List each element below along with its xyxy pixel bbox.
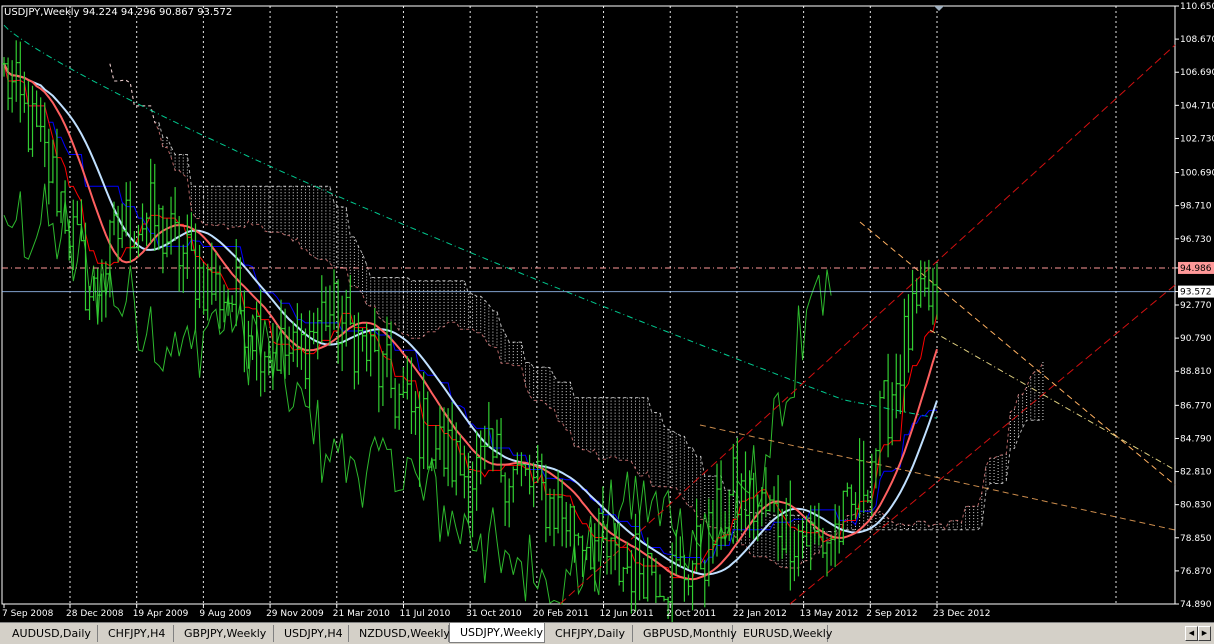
chart-tab-bar: AUDUSD,Daily CHFJPY,H4 GBPJPY,Weekly USDJPY…: [0, 622, 1214, 644]
price-axis-label: 90.790: [1180, 334, 1212, 344]
price-axis: 110.650 108.670 106.690 104.710 102.730 100.6…: [1175, 2, 1214, 610]
time-axis-label: 31 Oct 2010: [466, 609, 522, 619]
time-axis: 7 Sep 2008 28 Dec 2008 19 Apr 2009 9 Aug 20…: [2, 604, 991, 619]
price-axis-label: 92.770: [1180, 301, 1212, 311]
price-axis-label: 100.690: [1180, 169, 1214, 179]
time-axis-label: 12 Jun 2011: [600, 609, 654, 619]
time-axis-label: 13 May 2012: [800, 609, 859, 619]
price-axis-label: 96.730: [1180, 235, 1212, 245]
tab-scroll-buttons: ◀ ▶: [1185, 626, 1211, 641]
scroll-right-icon[interactable]: ▶: [1198, 626, 1211, 641]
tab-nzdusd-weekly[interactable]: NZDUSD,Weekly: [349, 625, 450, 642]
time-axis-label: 29 Nov 2009: [266, 609, 324, 619]
time-axis-label: 22 Jan 2012: [733, 609, 787, 619]
channel-lines: [2, 44, 1176, 605]
price-axis-label: 98.710: [1180, 202, 1212, 212]
tab-audusd-daily[interactable]: AUDUSD,Daily: [2, 625, 98, 642]
price-axis-label: 102.730: [1180, 134, 1214, 144]
time-axis-label: 20 Feb 2011: [533, 609, 589, 619]
price-axis-label: 86.770: [1180, 401, 1212, 411]
grid-lines: [1, 5, 1176, 605]
price-axis-label: 82.810: [1180, 468, 1212, 478]
scroll-left-icon[interactable]: ◀: [1185, 626, 1198, 641]
chart-header: USDJPY,Weekly 94.224 94.296 90.867 93.57…: [4, 7, 232, 18]
time-axis-label: 11 Jul 2010: [399, 609, 450, 619]
tab-gbpjpy-weekly[interactable]: GBPJPY,Weekly: [174, 625, 274, 642]
time-axis-label: 28 Dec 2008: [66, 609, 124, 619]
tab-usdjpy-weekly[interactable]: USDJPY,Weekly: [449, 623, 545, 643]
price-axis-label: 76.870: [1180, 567, 1212, 577]
time-axis-label: 23 Dec 2012: [933, 609, 991, 619]
tab-chfjpy-h4[interactable]: CHFJPY,H4: [98, 625, 174, 642]
time-axis-label: 2 Sep 2012: [866, 609, 917, 619]
price-axis-label: 108.670: [1180, 35, 1214, 45]
time-axis-label: 19 Apr 2009: [133, 609, 189, 619]
price-axis-label: 106.690: [1180, 68, 1214, 78]
time-axis-label: 9 Aug 2009: [199, 609, 251, 619]
price-axis-label: 110.650: [1180, 2, 1214, 12]
time-axis-label: 7 Sep 2008: [2, 609, 54, 619]
price-axis-label: 78.850: [1180, 534, 1212, 544]
chart-area[interactable]: 110.650 108.670 106.690 104.710 102.730 100.6…: [0, 0, 1214, 622]
ichimoku-cloud: [109, 63, 1044, 569]
price-axis-label: 84.790: [1180, 434, 1212, 444]
tab-chfjpy-daily[interactable]: CHFJPY,Daily: [545, 625, 633, 642]
price-axis-label: 80.830: [1180, 501, 1212, 511]
tab-gbpusd-monthly[interactable]: GBPUSD,Monthly: [633, 625, 737, 642]
time-axis-label: 21 Mar 2010: [333, 609, 390, 619]
time-axis-label: 2 Oct 2011: [666, 609, 716, 619]
price-axis-label: 74.890: [1180, 600, 1212, 610]
price-axis-label: 104.710: [1180, 101, 1214, 111]
tab-eurusd-weekly[interactable]: EURUSD,Weekly: [733, 625, 832, 642]
shift-marker-icon[interactable]: [934, 6, 944, 11]
current-price-label: 93.572: [1180, 288, 1212, 298]
level-price-label: 94.986: [1180, 264, 1212, 274]
price-axis-label: 88.810: [1180, 367, 1212, 377]
tab-usdjpy-h4[interactable]: USDJPY,H4: [274, 625, 349, 642]
price-chart[interactable]: 110.650 108.670 106.690 104.710 102.730 100.6…: [0, 0, 1214, 622]
